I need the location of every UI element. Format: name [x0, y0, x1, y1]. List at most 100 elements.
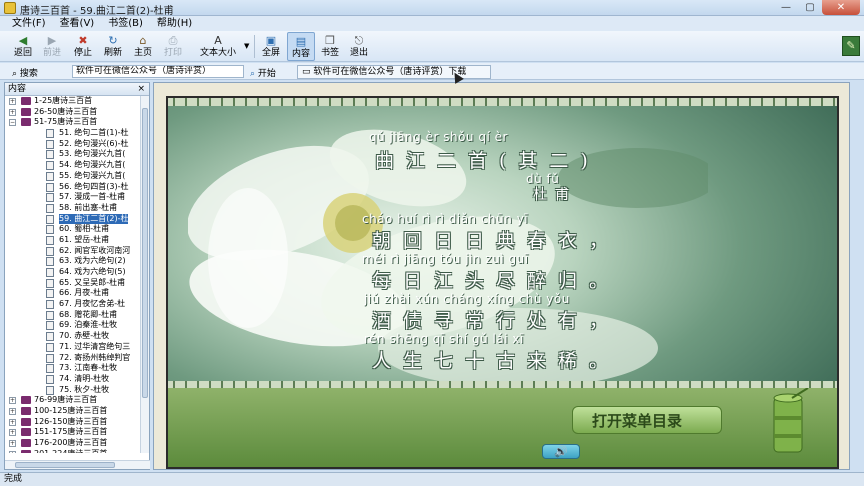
book-icon [21, 97, 31, 105]
tree-item[interactable]: 61. 望岳-杜甫 [5, 235, 141, 246]
tree-item[interactable]: 52. 绝句漫兴(6)-杜 [5, 139, 141, 150]
home-icon: ⌂ [139, 34, 147, 47]
expander-icon[interactable]: + [9, 440, 16, 447]
refresh-button[interactable]: ↻ 刷新 [100, 32, 126, 61]
tree-item-label: 52. 绝句漫兴(6)-杜 [59, 138, 129, 148]
tree-item-label: 67. 月夜忆舍弟-杜 [59, 299, 126, 309]
page-icon [46, 321, 54, 331]
page-icon [46, 268, 54, 277]
tree-item[interactable]: 63. 戏为六绝句(2) [5, 256, 141, 267]
title-bar: 唐诗三百首 - 59.曲江二首(2)-杜甫 — ▢ ✕ [0, 0, 864, 17]
scrollbar-thumb[interactable] [15, 462, 115, 468]
print-button[interactable]: ⎙ 打印 [160, 32, 186, 61]
exit-button[interactable]: ⎋ 退出 [346, 32, 372, 61]
tree-item[interactable]: 56. 绝句四首(3)-杜 [5, 182, 141, 193]
tree-group[interactable]: − 51-75唐诗三百首 [5, 117, 141, 128]
expander-icon[interactable]: + [9, 98, 16, 105]
tree-item[interactable]: 64. 戏为六绝句(5) [5, 267, 141, 278]
tree-group[interactable]: +126-150唐诗三百首 [5, 417, 141, 428]
tree-item[interactable]: 70. 赤壁-杜牧 [5, 331, 141, 342]
page-icon [46, 364, 54, 374]
expander-icon[interactable]: + [9, 407, 16, 415]
maximize-button[interactable]: ▢ [798, 0, 822, 15]
tree-group[interactable]: +201-224唐诗三百首 [5, 449, 141, 453]
tree-item[interactable]: 74. 清明-杜牧 [5, 374, 141, 385]
tree-item[interactable]: 59. 曲江二首(2)-杜 [5, 213, 141, 225]
page-icon [46, 182, 54, 192]
minimize-button[interactable]: — [774, 0, 798, 15]
expander-icon[interactable]: + [9, 418, 16, 426]
tree-item[interactable]: 58. 前出塞-杜甫 [5, 203, 141, 214]
tree-item-label: 51. 绝句二首(1)-杜 [59, 128, 129, 138]
menu-help[interactable]: 帮助(H) [157, 16, 192, 31]
text-size-button[interactable]: A 文本大小 [192, 32, 244, 61]
window-controls: — ▢ ✕ [774, 0, 860, 16]
tree-group[interactable]: +151-175唐诗三百首 [5, 427, 141, 438]
page-icon [46, 161, 54, 171]
tree-item[interactable]: 73. 江南春-杜牧 [5, 363, 141, 374]
expander-icon[interactable]: + [9, 108, 16, 116]
search-label[interactable]: ⌕ 搜索 [12, 66, 38, 79]
back-arrow-icon: ◀ [18, 34, 28, 47]
menu-bookmark[interactable]: 书签(B) [108, 16, 143, 31]
tree-item[interactable]: 57. 漫成一首-杜甫 [5, 192, 141, 203]
poem-line: 每日江头尽醉归。 [372, 270, 621, 292]
scrollbar-thumb[interactable] [142, 108, 148, 398]
tree-item[interactable]: 71. 过华清宫绝句三 [5, 342, 141, 353]
tree-item[interactable]: 54. 绝句漫兴九首( [5, 160, 141, 171]
content-button[interactable]: ▤ 内容 [287, 32, 315, 61]
tree-group[interactable]: +26-50唐诗三百首 [5, 107, 141, 118]
tree-item[interactable]: 66. 月夜-杜甫 [5, 288, 141, 299]
tree-item[interactable]: 67. 月夜忆舍弟-杜 [5, 299, 141, 310]
tree-group[interactable]: +1-25唐诗三百首 [5, 96, 141, 107]
tree-item[interactable]: 62. 闻官军收河南河 [5, 246, 141, 257]
tree-item[interactable]: 75. 秋夕-杜牧 [5, 385, 141, 396]
close-button[interactable]: ✕ [822, 0, 860, 15]
book-icon [21, 428, 31, 437]
fullscreen-button[interactable]: ▣ 全屏 [258, 32, 284, 61]
search-input[interactable]: 软件可在微信公众号（唐诗评赏） [72, 65, 244, 78]
tree-item[interactable]: 69. 泊秦淮-杜牧 [5, 320, 141, 331]
back-button[interactable]: ◀ 返回 [10, 32, 36, 61]
expander-icon[interactable]: + [9, 429, 16, 437]
contents-panel-header: 内容 × [5, 83, 149, 96]
tree-item-label: 74. 清明-杜牧 [59, 373, 110, 383]
tree-item-label: 70. 赤壁-杜牧 [59, 331, 110, 341]
bookmark-button[interactable]: ❒ 书签 [317, 32, 343, 61]
menu-file[interactable]: 文件(F) [12, 16, 46, 31]
tree-item-label: 61. 望岳-杜甫 [59, 234, 110, 244]
tree-group[interactable]: +176-200唐诗三百首 [5, 438, 141, 449]
tree-item[interactable]: 68. 赠花卿-杜甫 [5, 310, 141, 321]
tree-group[interactable]: +100-125唐诗三百首 [5, 406, 141, 417]
home-button[interactable]: ⌂ 主页 [130, 32, 156, 61]
poem-author: 杜甫 [533, 187, 577, 203]
tree-item[interactable]: 60. 蜀相-杜甫 [5, 224, 141, 235]
chevron-down-icon[interactable]: ▼ [244, 42, 249, 50]
page-icon [46, 129, 54, 139]
poem-line: 朝回日日典春衣， [372, 230, 621, 252]
search-go-button[interactable]: ⌕ 开始 [250, 66, 276, 79]
page-icon [46, 300, 54, 310]
tree-group[interactable]: +76-99唐诗三百首 [5, 395, 141, 406]
tree-item[interactable]: 72. 寄扬州韩绰判官 [5, 353, 141, 364]
page-icon [46, 353, 54, 363]
close-panel-icon[interactable]: × [137, 83, 145, 95]
tree-item[interactable]: 51. 绝句二首(1)-杜 [5, 128, 141, 139]
expander-icon[interactable]: + [9, 397, 16, 405]
binoculars-icon: ⌕ [12, 69, 18, 79]
tree-item[interactable]: 55. 绝句漫兴九首( [5, 171, 141, 182]
horizontal-scrollbar[interactable] [5, 460, 150, 469]
menu-view[interactable]: 查看(V) [60, 16, 95, 31]
tree-item[interactable]: 65. 又呈吴郎-杜甫 [5, 278, 141, 289]
speaker-icon[interactable]: 🔊 [554, 445, 568, 458]
line-pinyin: cháo huí rì rì diǎn chūn yī [362, 212, 529, 226]
expander-icon[interactable]: − [9, 119, 16, 127]
open-menu-label[interactable]: 打开菜单目录 [592, 410, 682, 431]
stop-button[interactable]: ✖ 停止 [70, 32, 96, 61]
tree-item[interactable]: 53. 绝句漫兴九首( [5, 149, 141, 160]
vertical-scrollbar[interactable] [140, 96, 149, 453]
tree-group-label: 76-99唐诗三百首 [34, 395, 98, 405]
tree-item-label: 58. 前出塞-杜甫 [59, 202, 118, 212]
forward-button[interactable]: ▶ 前进 [39, 32, 65, 61]
expander-icon[interactable]: + [9, 450, 16, 453]
